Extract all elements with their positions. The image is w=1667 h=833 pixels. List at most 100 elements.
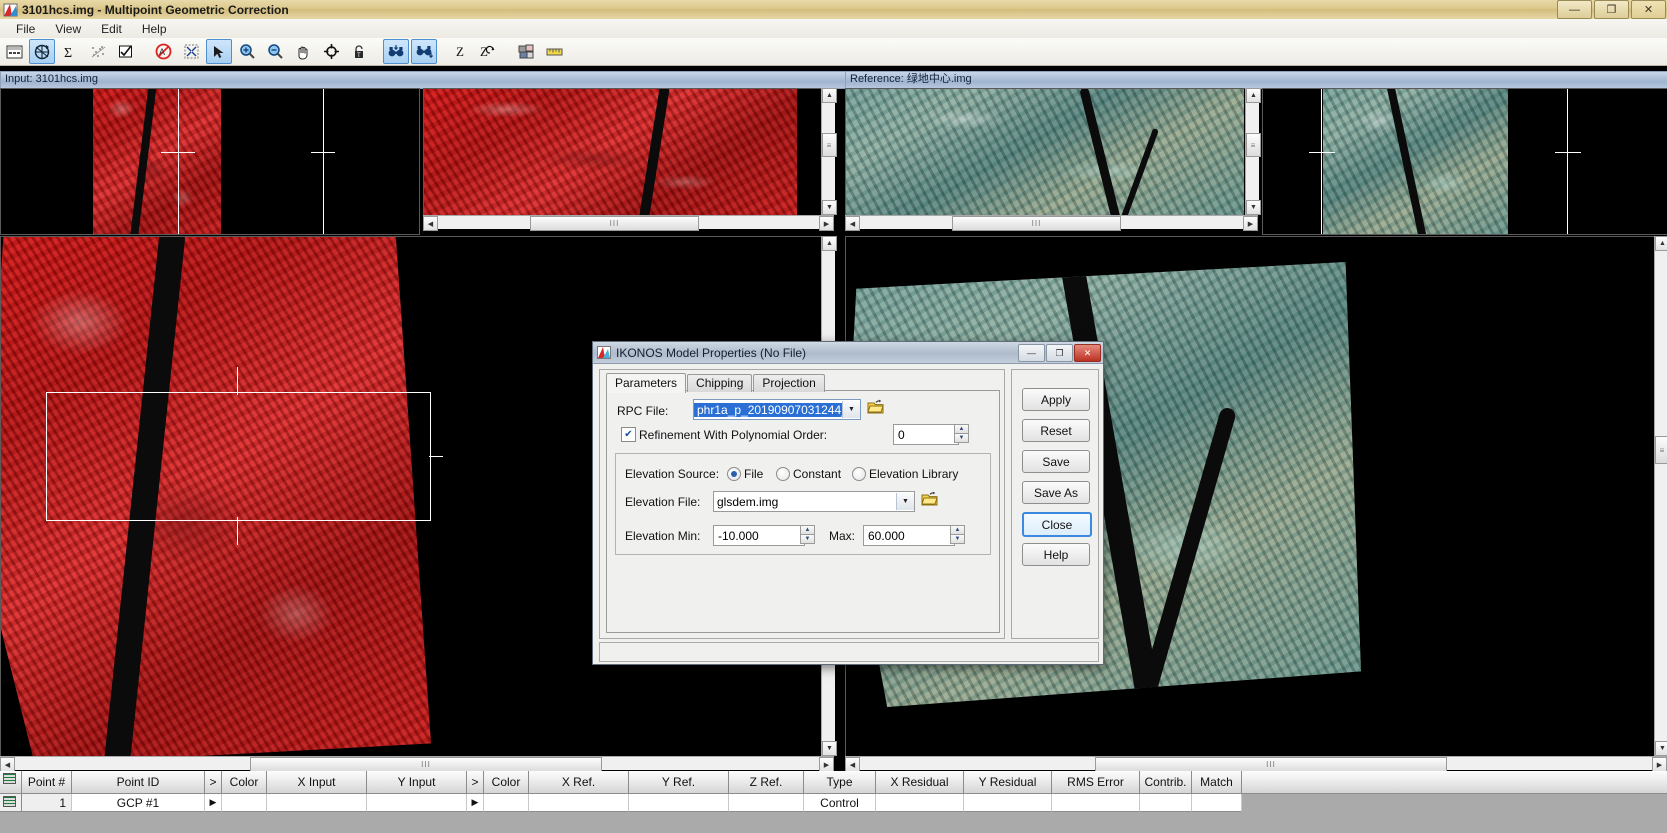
ref-scroll-up-arrow[interactable]: ▲ — [1246, 88, 1261, 103]
ref-main-vscroll-thumb[interactable]: ≡ — [1655, 436, 1667, 464]
cell-point-no[interactable]: 1 — [22, 794, 72, 812]
restore-button[interactable]: ❐ — [1594, 0, 1629, 19]
help-button[interactable]: Help — [1022, 543, 1090, 566]
ref-scroll-right-arrow[interactable]: ▶ — [1243, 216, 1258, 231]
save-as-button[interactable]: Save As — [1022, 481, 1090, 504]
input-overview-view[interactable] — [0, 88, 420, 235]
dialog-maximize-button[interactable]: ❐ — [1046, 344, 1073, 362]
fit-to-frame-icon[interactable] — [178, 39, 204, 64]
col-x-residual[interactable]: X Residual — [876, 771, 964, 794]
reference-main-hscroll[interactable]: ◀ III ▶ — [845, 756, 1667, 772]
ref-main-hscroll-thumb[interactable]: III — [1095, 757, 1447, 772]
ruler-icon[interactable] — [541, 39, 567, 64]
ref-scroll-left-arrow[interactable]: ◀ — [845, 216, 860, 231]
ref-vscroll-thumb[interactable]: ≡ — [1246, 133, 1261, 157]
scroll-left-arrow[interactable]: ◀ — [423, 216, 438, 231]
input-chip-hscroll[interactable]: ◀ III ▶ — [423, 215, 834, 231]
ref-main-scroll-right-arrow[interactable]: ▶ — [1652, 757, 1667, 772]
cell-x-ref[interactable] — [529, 794, 629, 812]
checkbox-list-icon[interactable] — [113, 39, 139, 64]
polynomial-order-input[interactable]: 0 — [893, 424, 959, 445]
tab-chipping[interactable]: Chipping — [687, 374, 753, 392]
main-scroll-left-arrow[interactable]: ◀ — [0, 757, 15, 772]
col-color-2[interactable]: Color — [484, 771, 529, 794]
col-contrib[interactable]: Contrib. — [1140, 771, 1192, 794]
col-point-no[interactable]: Point # — [22, 771, 72, 794]
windows-tile-icon[interactable] — [513, 39, 539, 64]
row-select-handle[interactable] — [0, 794, 22, 812]
elevation-file-dropdown-arrow[interactable]: ▼ — [896, 493, 914, 510]
col-match[interactable]: Match — [1192, 771, 1242, 794]
elevation-min-stepper[interactable]: ▲ ▼ — [800, 525, 815, 544]
polynomial-order-down[interactable]: ▼ — [954, 433, 969, 443]
reference-main-vscroll[interactable]: ▲ ≡ ▼ — [1654, 236, 1667, 756]
elevation-max-input[interactable]: 60.000 — [863, 525, 955, 546]
elevation-open-folder-icon[interactable] — [921, 491, 939, 507]
no-entry-icon[interactable]: A — [150, 39, 176, 64]
scroll-right-arrow[interactable]: ▶ — [819, 216, 834, 231]
elevation-min-input[interactable]: -10.000 — [713, 525, 805, 546]
ref-main-scroll-down-arrow[interactable]: ▼ — [1655, 741, 1667, 756]
aoi-selection-box[interactable] — [46, 392, 431, 521]
pan-hand-icon[interactable] — [290, 39, 316, 64]
rpc-file-value[interactable]: phr1a_p_20190907031244_sen_4655493101-1.… — [694, 402, 842, 417]
vscroll-thumb[interactable]: ≡ — [822, 133, 837, 157]
main-scroll-right-arrow[interactable]: ▶ — [819, 757, 834, 772]
scroll-up-arrow[interactable]: ▲ — [822, 88, 837, 103]
cell-point-id[interactable]: GCP #1 — [72, 794, 205, 812]
menu-file[interactable]: File — [6, 21, 45, 37]
dialog-close-button[interactable]: ✕ — [1074, 344, 1101, 362]
main-scroll-up-arrow[interactable]: ▲ — [822, 236, 837, 251]
cell-type[interactable]: Control — [804, 794, 876, 812]
z-value-icon[interactable]: Z — [448, 39, 474, 64]
cell-color-2[interactable] — [484, 794, 529, 812]
rpc-open-folder-icon[interactable] — [867, 399, 885, 415]
elevation-max-stepper[interactable]: ▲ ▼ — [950, 525, 965, 544]
cell-y-ref[interactable] — [629, 794, 729, 812]
menu-help[interactable]: Help — [132, 21, 177, 37]
reference-chip-hscroll[interactable]: ◀ III ▶ — [845, 215, 1258, 231]
window-controls[interactable]: — ❐ ✕ — [1557, 0, 1666, 19]
sigma-solve-icon[interactable]: Σ — [57, 39, 83, 64]
apply-button[interactable]: Apply — [1022, 388, 1090, 411]
cell-expand-1[interactable]: ▶ — [205, 794, 222, 812]
col-y-ref[interactable]: Y Ref. — [629, 771, 729, 794]
refinement-checkbox[interactable]: ✔ — [621, 427, 636, 442]
elevation-min-up[interactable]: ▲ — [800, 525, 815, 534]
ikonos-model-properties-dialog[interactable]: IKONOS Model Properties (No File) — ❐ ✕ … — [592, 341, 1104, 665]
col-x-input[interactable]: X Input — [267, 771, 367, 794]
z-recalc-icon[interactable]: Z — [476, 39, 502, 64]
input-chip-vscroll[interactable]: ▲ ≡ ▼ — [821, 88, 837, 215]
hscroll-thumb[interactable]: III — [530, 216, 699, 231]
save-button[interactable]: Save — [1022, 450, 1090, 473]
col-z-ref[interactable]: Z Ref. — [729, 771, 804, 794]
menu-edit[interactable]: Edit — [91, 21, 132, 37]
close-button[interactable]: ✕ — [1631, 0, 1666, 19]
zoom-in-icon[interactable] — [234, 39, 260, 64]
dialog-window-controls[interactable]: — ❐ ✕ — [1018, 344, 1101, 362]
elevation-max-down[interactable]: ▼ — [950, 534, 965, 544]
polynomial-order-up[interactable]: ▲ — [954, 424, 969, 433]
col-y-input[interactable]: Y Input — [367, 771, 467, 794]
elevation-file-value[interactable]: glsdem.img — [714, 495, 896, 509]
ref-scroll-down-arrow[interactable]: ▼ — [1246, 200, 1261, 215]
cell-y-input[interactable] — [367, 794, 467, 812]
cell-match[interactable] — [1192, 794, 1242, 812]
ref-hscroll-thumb[interactable]: III — [952, 216, 1121, 231]
tab-projection[interactable]: Projection — [753, 374, 825, 392]
polynomial-order-stepper[interactable]: ▲ ▼ — [954, 424, 969, 443]
new-table-icon[interactable] — [1, 39, 27, 64]
table-row[interactable]: 1 GCP #1 ▶ ▶ Control — [0, 794, 1667, 812]
elevation-source-constant-label[interactable]: Constant — [793, 467, 841, 481]
elevation-source-file-radio[interactable] — [727, 467, 741, 481]
col-type[interactable]: Type — [804, 771, 876, 794]
elevation-source-constant-radio[interactable] — [776, 467, 790, 481]
reference-chip-vscroll[interactable]: ▲ ≡ ▼ — [1245, 88, 1261, 215]
scatter-points-icon[interactable] — [85, 39, 111, 64]
minimize-button[interactable]: — — [1557, 0, 1592, 19]
dialog-minimize-button[interactable]: — — [1018, 344, 1045, 362]
table-select-all-corner[interactable] — [0, 771, 22, 794]
cell-x-input[interactable] — [267, 794, 367, 812]
crosshair-icon[interactable] — [318, 39, 344, 64]
cell-contrib[interactable] — [1140, 794, 1192, 812]
